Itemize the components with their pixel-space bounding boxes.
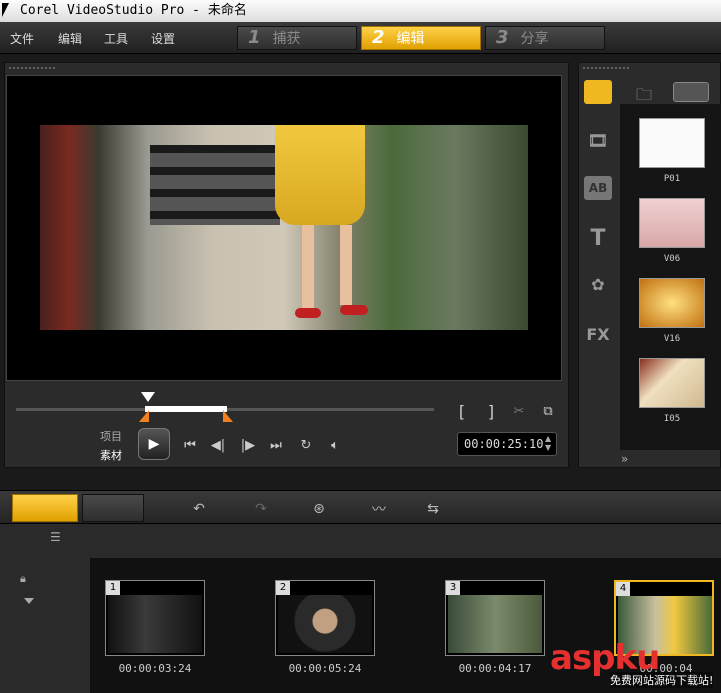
preview-frame	[40, 125, 528, 330]
tab-edit-label: 编辑	[396, 31, 425, 47]
timecode-display[interactable]: 00:00:25:10	[457, 432, 557, 456]
undo-icon[interactable]: ↶	[186, 497, 212, 521]
storyboard-clip[interactable]: 3	[445, 580, 545, 656]
library-thumb-label: V06	[663, 254, 681, 264]
library-thumb[interactable]	[639, 278, 705, 328]
library-thumb[interactable]	[639, 118, 705, 168]
tab-capture-num: 1	[248, 27, 261, 48]
frame-stairs	[150, 145, 280, 225]
tab-share-num: 3	[496, 27, 509, 48]
record-capture-icon[interactable]: ⊛	[306, 497, 332, 521]
folder-icon[interactable]: 🗀︎	[636, 84, 658, 104]
library-thumb-label: I05	[663, 414, 681, 424]
volume-icon[interactable]: 🔈︎	[325, 435, 345, 455]
audio-mixer-icon[interactable]: 〰	[366, 497, 392, 521]
clip-thumbnail	[108, 595, 202, 653]
menu-tools[interactable]: 工具	[104, 22, 128, 54]
frame-leg-right	[340, 225, 352, 305]
storyboard-view-button[interactable]	[12, 494, 78, 522]
repeat-icon[interactable]: ↻	[296, 435, 316, 455]
watermark-subtitle: 免费网站源码下载站!	[610, 672, 714, 688]
library-thumb-label: P01	[663, 174, 681, 184]
mark-in-button[interactable]: [	[455, 402, 469, 421]
clip-number: 2	[276, 581, 290, 595]
video-filter-icon[interactable]	[673, 82, 709, 102]
tab-share-label: 分享	[520, 31, 549, 47]
clip-duration: 00:00:03:24	[118, 662, 192, 675]
clip-thumbnail	[448, 595, 542, 653]
timeline-view-button[interactable]	[82, 494, 144, 522]
library-thumb[interactable]	[639, 198, 705, 248]
clip-thumbnail	[278, 595, 372, 653]
mode-project[interactable]: 项目	[100, 428, 122, 444]
frame-leg-left	[302, 225, 314, 310]
clip-number: 4	[616, 582, 630, 596]
clip-number: 3	[446, 581, 460, 595]
timecode-value: 00:00:25:10	[464, 437, 544, 451]
clip-number: 1	[106, 581, 120, 595]
title-ab-icon[interactable]: AB	[584, 176, 612, 200]
next-frame-icon[interactable]: |▶︎	[238, 435, 258, 455]
title-t-icon[interactable]: T	[584, 226, 612, 251]
clip-duration: 00:00:05:24	[288, 662, 362, 675]
transition-icon[interactable]: 🎞︎	[584, 128, 612, 152]
tab-edit[interactable]: 2 编辑	[361, 26, 481, 50]
tab-capture-label: 捕获	[272, 31, 301, 47]
play-button[interactable]: ▶	[138, 428, 170, 460]
auto-music-icon[interactable]: ⇆	[420, 497, 446, 521]
panel-grip[interactable]	[8, 66, 56, 71]
tab-capture[interactable]: 1 捕获	[237, 26, 357, 50]
frame-dress	[275, 125, 365, 225]
play-icon: ▶	[148, 436, 160, 452]
graphic-icon[interactable]: ✿	[584, 272, 612, 296]
track-dropdown-icon[interactable]	[24, 598, 34, 604]
library-thumb[interactable]	[639, 358, 705, 408]
trim-range	[145, 406, 227, 412]
redo-icon[interactable]: ↷	[248, 497, 274, 521]
track-lock-icon[interactable]: 🔒︎	[20, 572, 42, 586]
media-library-icon[interactable]	[584, 80, 612, 104]
enlarge-icon[interactable]: ⧉	[538, 402, 558, 420]
storyboard-clip[interactable]: 1	[105, 580, 205, 656]
mode-clip[interactable]: 素材	[100, 447, 122, 463]
storyboard-clip[interactable]: 2	[275, 580, 375, 656]
menu-settings[interactable]: 设置	[151, 22, 175, 54]
scrubber-handle[interactable]	[141, 392, 155, 402]
end-icon[interactable]: ⏭	[266, 435, 286, 455]
frame-shoe-left	[295, 308, 321, 318]
home-icon[interactable]: ⏮	[180, 435, 200, 455]
scissors-icon[interactable]: ✂	[510, 402, 528, 420]
frame-shoe-right	[340, 305, 368, 315]
clip-duration: 00:00:04:17	[458, 662, 532, 675]
tab-share[interactable]: 3 分享	[485, 26, 605, 50]
window-titlebar: Corel VideoStudio Pro - 未命名	[0, 0, 721, 22]
window-title: Corel VideoStudio Pro - 未命名	[20, 3, 247, 18]
menu-file[interactable]: 文件	[10, 22, 34, 54]
mark-out-button[interactable]: ]	[484, 402, 498, 421]
menu-edit[interactable]: 编辑	[58, 22, 82, 54]
panel-grip[interactable]	[582, 66, 630, 71]
fx-filter-icon[interactable]: FX	[584, 322, 612, 346]
timecode-spinner-icon[interactable]: ▲ ▼	[545, 434, 551, 452]
cursor-icon	[2, 3, 9, 17]
library-thumb-label: V16	[663, 334, 681, 344]
tab-edit-num: 2	[372, 27, 385, 48]
previous-frame-icon[interactable]: ◀︎|	[208, 435, 228, 455]
track-manager-icon[interactable]: ☰	[50, 530, 74, 546]
menu-bar: 文件 编辑 工具 设置 1 捕获 2 编辑 3 分享	[0, 22, 721, 54]
expand-panel-icon[interactable]: »	[621, 452, 639, 466]
